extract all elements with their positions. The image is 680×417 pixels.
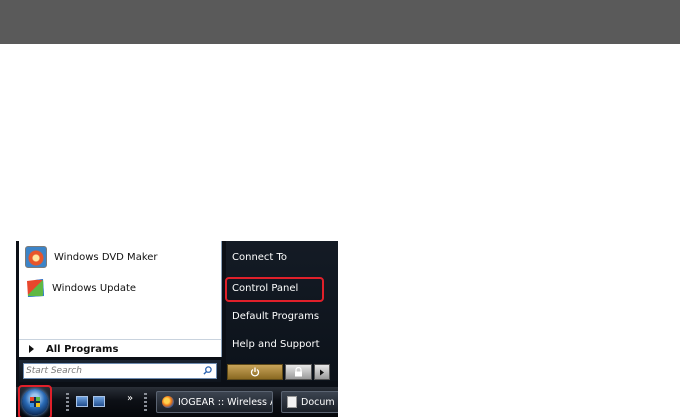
power-options-button[interactable]: [314, 364, 330, 380]
dvd-maker-icon: [25, 246, 47, 268]
switch-windows-icon[interactable]: [93, 396, 105, 407]
power-icon: [250, 367, 260, 377]
menu-item-connect-to[interactable]: Connect To: [232, 246, 332, 268]
top-banner: [0, 0, 680, 44]
windows-update-icon: [27, 279, 44, 297]
power-controls: [227, 364, 330, 380]
menu-item-label: Default Programs: [232, 310, 320, 322]
quick-launch-chevron[interactable]: »: [127, 393, 133, 404]
taskbar-button-firefox[interactable]: IOGEAR :: Wireless A...: [156, 391, 273, 413]
taskbar-button-document[interactable]: Docum: [281, 391, 338, 413]
document-icon: [287, 396, 297, 408]
menu-item-help-and-support[interactable]: Help and Support: [232, 333, 332, 355]
firefox-icon: [162, 396, 174, 408]
taskbar-grip[interactable]: [144, 393, 147, 411]
shutdown-button[interactable]: [227, 364, 283, 380]
start-menu-screenshot: Windows DVD Maker Windows Update All Pro…: [16, 241, 338, 417]
program-item-windows-update[interactable]: Windows Update: [25, 275, 136, 301]
taskbar-button-label: Docum: [301, 396, 335, 408]
menu-item-label: Connect To: [232, 251, 288, 263]
program-label: Windows DVD Maker: [54, 251, 158, 263]
search-box[interactable]: [23, 363, 217, 379]
lock-button[interactable]: [285, 364, 312, 380]
programs-pane: Windows DVD Maker Windows Update All Pro…: [19, 241, 222, 357]
all-programs-button[interactable]: All Programs: [19, 339, 221, 358]
arrow-right-icon: [29, 345, 34, 353]
taskbar-button-label: IOGEAR :: Wireless A...: [178, 396, 272, 408]
taskbar: » IOGEAR :: Wireless A... Docum: [16, 385, 338, 417]
program-item-dvd-maker[interactable]: Windows DVD Maker: [25, 244, 158, 270]
menu-item-default-programs[interactable]: Default Programs: [232, 305, 332, 327]
start-button-highlight: [18, 385, 52, 417]
search-row: [19, 360, 221, 382]
search-icon[interactable]: [203, 366, 212, 375]
search-input[interactable]: [26, 364, 196, 378]
control-panel-highlight: [225, 277, 324, 302]
show-desktop-icon[interactable]: [76, 396, 88, 407]
all-programs-label: All Programs: [46, 343, 119, 355]
program-label: Windows Update: [52, 282, 137, 294]
menu-item-label: Help and Support: [232, 338, 320, 350]
places-pane: Connect To Control Panel Default Program…: [226, 241, 338, 381]
lock-icon: [295, 367, 302, 377]
arrow-right-icon: [320, 369, 324, 375]
quick-launch-grip[interactable]: [66, 393, 69, 411]
